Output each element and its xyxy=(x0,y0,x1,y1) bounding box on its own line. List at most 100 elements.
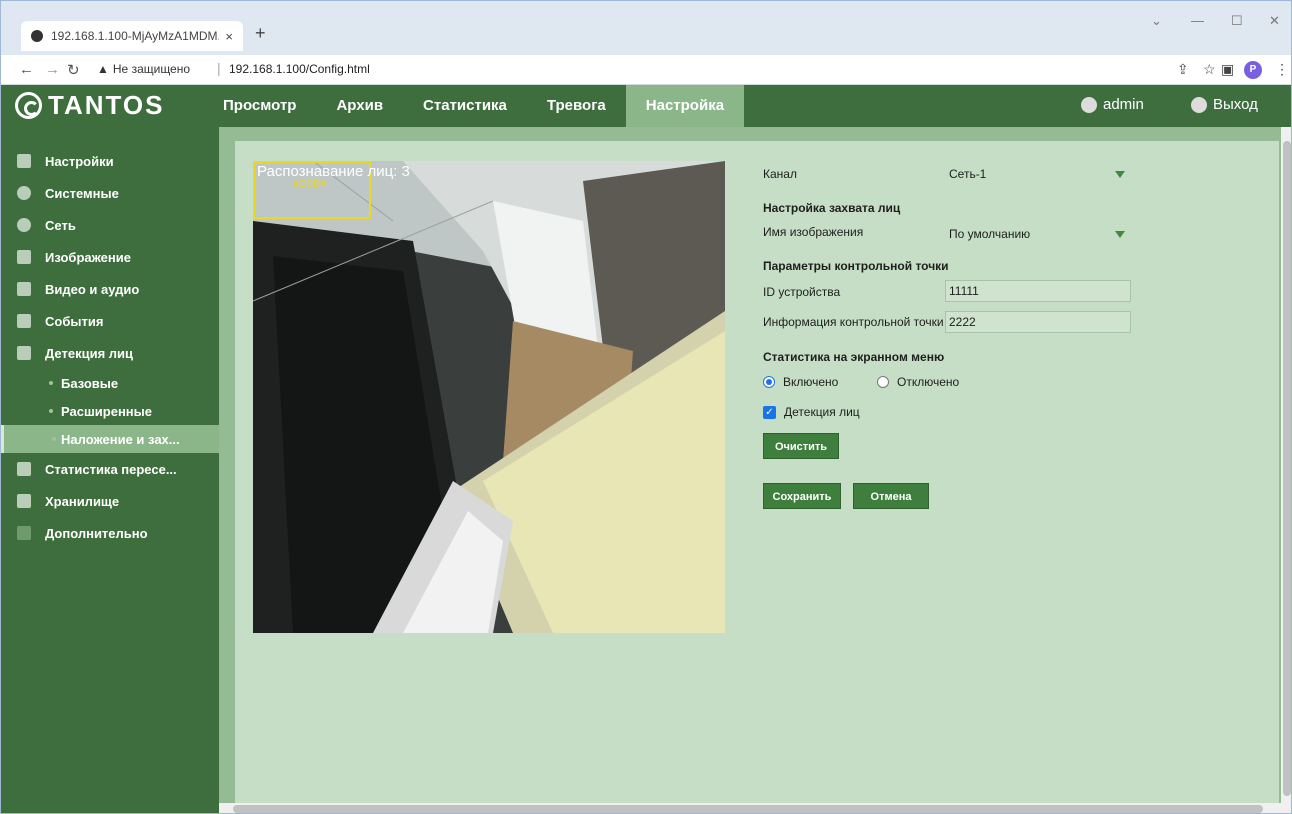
sidebar-sub-overlay-capture[interactable]: Наложение и зах... xyxy=(1,425,219,453)
radio-on-icon[interactable] xyxy=(763,376,775,388)
browser-menu-icon[interactable]: ⋮ xyxy=(1275,61,1289,78)
face-icon xyxy=(17,346,31,360)
close-tab-icon[interactable]: × xyxy=(225,29,233,44)
channel-value: Сеть-1 xyxy=(949,167,987,181)
chevron-down-icon xyxy=(1115,231,1125,238)
sidebar: Настройки Системные Сеть Изображение Вид… xyxy=(1,127,219,813)
reload-icon[interactable]: ↻ xyxy=(67,61,80,79)
security-label: Не защищено xyxy=(112,62,191,76)
sidebar-item-storage[interactable]: Хранилище xyxy=(1,485,219,517)
sidebar-item-advanced[interactable]: Дополнительно xyxy=(1,517,219,549)
checkpoint-info-label: Информация контрольной точки xyxy=(763,315,944,329)
vertical-scrollbar[interactable] xyxy=(1281,127,1291,813)
image-icon xyxy=(17,250,31,264)
info-icon xyxy=(17,186,31,200)
horizontal-scrollbar[interactable] xyxy=(219,803,1281,813)
image-name-select[interactable]: По умолчанию xyxy=(945,224,1131,244)
list-icon xyxy=(17,154,31,168)
security-indicator[interactable]: ▲ Не защищено xyxy=(97,62,190,76)
bar-chart-icon xyxy=(17,462,31,476)
clear-button[interactable]: Очистить xyxy=(763,433,839,459)
menu-settings[interactable]: Настройка xyxy=(625,85,745,127)
disabled-label: Отключено xyxy=(897,375,960,389)
face-detection-checkbox-row[interactable]: ✓ Детекция лиц xyxy=(763,405,860,419)
user-icon xyxy=(1081,96,1097,113)
sidebar-item-label: Настройки xyxy=(45,153,114,169)
cancel-button[interactable]: Отмена xyxy=(853,483,929,509)
settings-panel: Распознавание лиц: 3 #OSD# Канал Сеть-1 … xyxy=(235,141,1279,803)
vertical-scroll-thumb[interactable] xyxy=(1283,141,1291,796)
side-panel-icon[interactable]: ▣ xyxy=(1221,61,1234,78)
osd-disabled-option[interactable]: Отключено xyxy=(877,375,959,389)
sidebar-sub-advanced[interactable]: Расширенные xyxy=(1,397,219,425)
chevron-down-icon xyxy=(1115,171,1125,178)
device-id-label: ID устройства xyxy=(763,285,841,299)
video-preview[interactable]: Распознавание лиц: 3 #OSD# xyxy=(253,161,725,633)
events-icon xyxy=(17,314,31,328)
tab-strip: 192.168.1.100-MjAyMzA1MDM... × + ⌄ — ☐ ✕ xyxy=(1,1,1291,55)
minimize-icon[interactable]: — xyxy=(1191,13,1204,28)
sidebar-item-network[interactable]: Сеть xyxy=(1,209,219,241)
maximize-icon[interactable]: ☐ xyxy=(1231,13,1243,29)
sidebar-item-system[interactable]: Системные xyxy=(1,177,219,209)
bookmark-star-icon[interactable]: ☆ xyxy=(1203,61,1216,78)
capture-section-title: Настройка захвата лиц xyxy=(763,201,901,215)
sidebar-item-settings[interactable]: Настройки xyxy=(1,145,219,177)
sidebar-item-label: События xyxy=(45,313,104,329)
warning-icon: ▲ xyxy=(97,62,109,76)
profile-avatar[interactable]: P xyxy=(1244,61,1262,79)
browser-window: 192.168.1.100-MjAyMzA1MDM... × + ⌄ — ☐ ✕… xyxy=(0,0,1292,814)
sidebar-item-video-audio[interactable]: Видео и аудио xyxy=(1,273,219,305)
menu-archive[interactable]: Архив xyxy=(316,85,403,127)
logout-button[interactable]: Выход xyxy=(1191,96,1258,113)
main-menu: Просмотр Архив Статистика Тревога Настро… xyxy=(203,85,745,127)
browser-tab[interactable]: 192.168.1.100-MjAyMzA1MDM... × xyxy=(21,21,243,51)
sidebar-item-label: Детекция лиц xyxy=(45,345,134,361)
advanced-icon xyxy=(17,526,31,540)
enabled-label: Включено xyxy=(783,375,839,389)
sidebar-sub-basic[interactable]: Базовые xyxy=(1,369,219,397)
globe-icon xyxy=(17,218,31,232)
storage-icon xyxy=(17,494,31,508)
logout-icon xyxy=(1191,96,1207,113)
menu-view[interactable]: Просмотр xyxy=(203,85,316,127)
checkbox-checked-icon[interactable]: ✓ xyxy=(763,405,776,419)
channel-select[interactable]: Сеть-1 xyxy=(945,164,1131,184)
sidebar-item-image[interactable]: Изображение xyxy=(1,241,219,273)
horizontal-scroll-thumb[interactable] xyxy=(233,805,1263,813)
forward-icon[interactable]: → xyxy=(45,61,60,78)
save-button[interactable]: Сохранить xyxy=(763,483,841,509)
device-id-input[interactable]: 11111 xyxy=(945,280,1131,302)
image-name-value: По умолчанию xyxy=(949,227,1031,241)
sidebar-item-label: Хранилище xyxy=(45,493,120,509)
user-menu[interactable]: admin xyxy=(1081,96,1144,113)
share-icon[interactable]: ⇪ xyxy=(1177,61,1189,78)
osd-enabled-option[interactable]: Включено xyxy=(763,375,838,389)
sidebar-item-label: Сеть xyxy=(45,217,76,233)
back-icon[interactable]: ← xyxy=(19,61,34,78)
window-close-icon[interactable]: ✕ xyxy=(1269,13,1280,29)
tantos-logo: TANTOS xyxy=(15,90,164,121)
face-detection-label: Детекция лиц xyxy=(784,405,860,419)
checkpoint-section-title: Параметры контрольной точки xyxy=(763,259,949,273)
osd-stats-section-title: Статистика на экранном меню xyxy=(763,350,945,364)
sidebar-item-label: Видео и аудио xyxy=(45,281,140,297)
url-field[interactable]: 192.168.1.100/Config.html xyxy=(229,62,370,76)
tab-search-icon[interactable]: ⌄ xyxy=(1151,13,1162,29)
user-name: admin xyxy=(1103,96,1144,113)
menu-statistics[interactable]: Статистика xyxy=(403,85,527,127)
favicon-icon xyxy=(31,30,43,42)
radio-off-icon[interactable] xyxy=(877,376,889,388)
sidebar-item-face-detection[interactable]: Детекция лиц xyxy=(1,337,219,369)
osd-title: Распознавание лиц: 3 xyxy=(257,163,410,180)
new-tab-button[interactable]: + xyxy=(255,23,266,44)
channel-label: Канал xyxy=(763,167,797,181)
content-area: Распознавание лиц: 3 #OSD# Канал Сеть-1 … xyxy=(219,127,1291,813)
checkpoint-info-input[interactable]: 2222 xyxy=(945,311,1131,333)
logout-label: Выход xyxy=(1213,96,1258,113)
sidebar-item-events[interactable]: События xyxy=(1,305,219,337)
sidebar-item-crossing-statistics[interactable]: Статистика пересе... xyxy=(1,453,219,485)
sidebar-item-label: Статистика пересе... xyxy=(45,461,177,477)
menu-alarm[interactable]: Тревога xyxy=(527,85,626,127)
app-topbar: TANTOS Просмотр Архив Статистика Тревога… xyxy=(1,85,1291,127)
